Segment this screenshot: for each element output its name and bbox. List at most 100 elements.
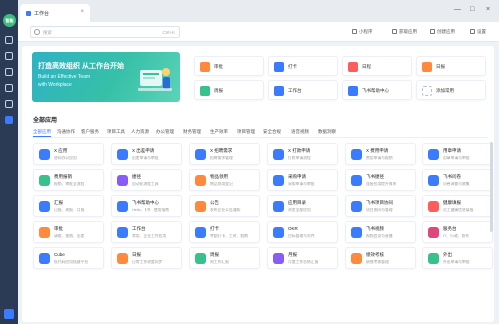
app-description: 绩效考核管理 (366, 260, 389, 264)
toolbar-label: 创建应用 (437, 29, 455, 34)
quick-card-label: 添加常用 (436, 88, 454, 93)
window-close-button[interactable]: × (486, 6, 490, 13)
app-icon (117, 149, 128, 160)
quick-card-label: 审批 (214, 64, 223, 69)
app-logo[interactable]: 智能 (3, 14, 16, 27)
quick-card[interactable]: 日报 (416, 56, 486, 76)
category-tab[interactable]: 全部应用 (33, 129, 51, 135)
app-card[interactable]: X 打款申请 打款申请流程 (267, 143, 338, 165)
category-tab[interactable]: 办公管理 (156, 129, 174, 135)
category-tab[interactable]: 人力资源 (131, 129, 149, 135)
quick-card[interactable]: 工作台 (268, 80, 338, 100)
app-card[interactable]: 汇报 日报、周报、月报 (33, 195, 104, 217)
app-description: IT、行政、协作 (443, 234, 470, 238)
category-tab[interactable]: 生产效率 (210, 129, 228, 135)
app-icon (428, 149, 439, 160)
app-name: 审批 (54, 226, 63, 231)
app-card[interactable]: 飞书捷径连接应用提升效率 (345, 169, 416, 191)
app-icon (195, 253, 206, 264)
category-tab[interactable]: 项目管理 (237, 129, 255, 135)
app-icon (273, 201, 284, 212)
title-bar: 工作台 × — □ × (18, 0, 499, 22)
app-name: 飞书捷径 (366, 174, 384, 179)
app-card[interactable]: OKR 目标管理与对齐 (267, 221, 338, 243)
category-tab[interactable]: 数据洞察 (318, 129, 336, 135)
search-input[interactable]: 搜索 Ctrl+K (30, 26, 180, 38)
quick-card[interactable]: 打卡 (268, 56, 338, 76)
toolbar-get-app[interactable]: 获取应用 (392, 29, 417, 35)
app-card[interactable]: 打卡 考勤打卡、工时、假期 (189, 221, 260, 243)
quick-card[interactable]: 周报 (194, 80, 264, 100)
banner-subtitle-line2: with Workplace (38, 82, 72, 88)
app-card[interactable]: Cube 低代码应用搭建平台 (33, 247, 104, 269)
category-tab[interactable]: 财务管理 (183, 129, 201, 135)
app-icon (351, 149, 362, 160)
toolbar-mini-program[interactable]: 小程序 (352, 29, 373, 35)
app-name: OKR (288, 226, 298, 231)
promo-banner[interactable]: 打造高效组织 从工作台开始 Build an Effective Team wi… (32, 52, 180, 102)
app-icon (39, 227, 50, 238)
app-card[interactable]: 物品领用 物品领用登记 (189, 169, 260, 191)
app-card[interactable]: 绩效考核绩效考核管理 (345, 247, 416, 269)
app-description: 周工作汇报 (210, 260, 229, 264)
get-app-icon (392, 29, 397, 34)
quick-card[interactable]: 日程 (342, 56, 412, 76)
app-card[interactable]: 服务台 IT、行政、协作 (422, 221, 493, 243)
app-card[interactable]: X 费用申请 费用申请与报销 (345, 143, 416, 165)
app-card[interactable]: 用章申请 用章申请与审批 (422, 143, 493, 165)
quick-card[interactable]: 添加常用 (416, 80, 486, 100)
app-card[interactable]: 飞书视频 视频会议与直播 (345, 221, 416, 243)
nav-message-icon[interactable] (5, 36, 13, 44)
app-name: X 应用 (54, 148, 68, 153)
category-tab[interactable]: 客户服务 (81, 129, 99, 135)
category-tab[interactable]: 语音视频 (291, 129, 309, 135)
app-card[interactable]: 费用报销 报销、审批全流程 (33, 169, 104, 191)
gear-icon (470, 29, 475, 34)
user-avatar[interactable] (4, 309, 14, 319)
quick-card[interactable]: 飞书帮助中心 (342, 80, 412, 100)
minimize-button[interactable]: — (454, 6, 461, 13)
app-icon (348, 86, 358, 96)
app-icon (200, 86, 210, 96)
nav-workplace-icon[interactable] (5, 116, 13, 124)
category-tab[interactable]: 沟通协作 (57, 129, 75, 135)
app-card[interactable]: X 应用 协同办公应用 (33, 143, 104, 165)
app-card[interactable]: 工作台 常用、企业工作应用 (111, 221, 182, 243)
app-name: 打卡 (210, 226, 219, 231)
app-description: 发布企业公告通知 (210, 208, 241, 212)
quick-card[interactable]: 审批 (194, 56, 264, 76)
app-name: 飞书帮助中心 (132, 200, 159, 205)
app-name: 绩效考核 (366, 252, 384, 257)
app-card[interactable]: 飞书项目协同 项目协同与管理 (345, 195, 416, 217)
app-card[interactable]: 审批 请假、报销、出差 (33, 221, 104, 243)
nav-contacts-icon[interactable] (5, 84, 13, 92)
maximize-button[interactable]: □ (470, 6, 474, 13)
category-tab[interactable]: 项目工具 (107, 129, 125, 135)
toolbar: 搜索 Ctrl+K 小程序 获取应用 创建应用 设置 (18, 22, 499, 42)
app-icon (195, 201, 206, 212)
toolbar-settings[interactable]: 设置 (470, 29, 486, 35)
app-card[interactable]: 日报 日常工作进度同步 (111, 247, 182, 269)
app-card[interactable]: 公告 发布企业公告通知 (189, 195, 260, 217)
app-card[interactable]: X 出差申请 出差申请与审批 (111, 143, 182, 165)
app-card[interactable]: 飞书帮助中心 Hello, 飞书 · 使用指南 (111, 195, 182, 217)
app-card[interactable]: 应用目录 浏览全部应用 (267, 195, 338, 217)
nav-mail-icon[interactable] (5, 100, 13, 108)
app-card[interactable]: 健康填报 员工健康信息填报 (422, 195, 493, 217)
nav-calendar-icon[interactable] (5, 52, 13, 60)
app-card[interactable]: X 招聘需求 招聘需求管理 (189, 143, 260, 165)
tab-close-icon[interactable]: × (80, 9, 84, 15)
tab-workplace[interactable]: 工作台 × (20, 4, 90, 22)
category-tab[interactable]: 安全合规 (263, 129, 281, 135)
app-card[interactable]: 月报 月度工作总结汇报 (267, 247, 338, 269)
app-description: 连接应用提升效率 (366, 182, 397, 186)
app-card[interactable]: 采购申请 采购申请与审批 (267, 169, 338, 191)
app-card[interactable]: 外出 外出申请与审批 (422, 247, 493, 269)
scrollbar[interactable] (490, 142, 493, 232)
toolbar-create-app[interactable]: 创建应用 (430, 29, 455, 35)
app-card[interactable]: 捷径 自动化流程工具 (111, 169, 182, 191)
app-card[interactable]: 飞书问卷 问卷调查与收集 (422, 169, 493, 191)
app-card[interactable]: 周报 周工作汇报 (189, 247, 260, 269)
nav-docs-icon[interactable] (5, 68, 13, 76)
app-description: 日报、周报、月报 (54, 208, 85, 212)
